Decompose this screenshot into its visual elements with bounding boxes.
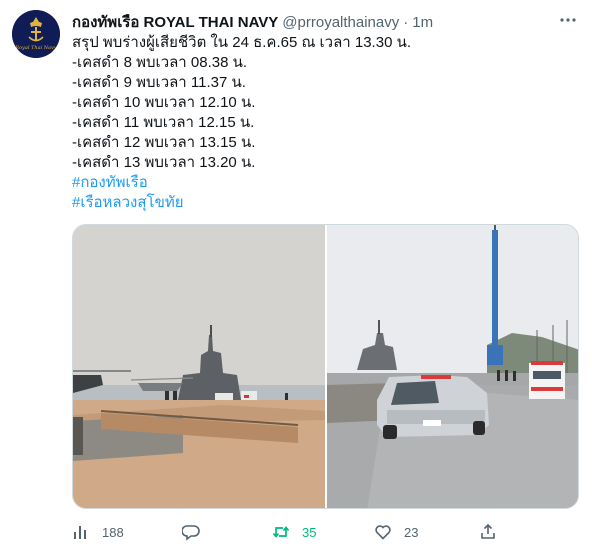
- tweet-line: -เคสดำ 12 พบเวลา 13.15 น.: [72, 134, 256, 151]
- action-bar: 188 35 23: [72, 520, 502, 544]
- avatar[interactable]: Royal Thai Navy: [12, 10, 60, 58]
- tweet-line: -เคสดำ 10 พบเวลา 12.10 น.: [72, 94, 256, 111]
- tweet-text: สรุป พบร่างผู้เสียชีวิต ใน 24 ธ.ค.65 ณ เ…: [72, 33, 572, 213]
- heart-icon: [375, 525, 391, 540]
- hashtag-link[interactable]: #เรือหลวงสุโขทัย: [72, 193, 572, 213]
- pickup-truck-ambulance-photo[interactable]: [327, 225, 578, 508]
- tweet-timestamp[interactable]: 1m: [412, 14, 433, 31]
- tweet-line: -เคสดำ 11 พบเวลา 12.15 น.: [72, 114, 255, 131]
- tweet-line: สรุป พบร่างผู้เสียชีวิต ใน 24 ธ.ค.65 ณ เ…: [72, 34, 412, 51]
- like-count: 23: [404, 524, 419, 540]
- views-count: 188: [102, 524, 124, 540]
- retweet-count: 35: [302, 524, 317, 540]
- like-button[interactable]: 23: [374, 520, 418, 544]
- tweet-line: -เคสดำ 13 พบเวลา 13.20 น.: [72, 154, 256, 171]
- avatar-caption: Royal Thai Navy: [14, 45, 57, 51]
- hashtag-link[interactable]: #กองทัพเรือ: [72, 173, 572, 193]
- tweet-card[interactable]: Royal Thai Navy กองทัพเรือ ROYAL THAI NA…: [0, 0, 592, 553]
- share-icon: [481, 523, 495, 539]
- author-display-name[interactable]: กองทัพเรือ ROYAL THAI NAVY: [72, 10, 278, 34]
- media-grid: [72, 224, 579, 509]
- author-handle[interactable]: @prroyalthainavy: [282, 14, 399, 31]
- retweet-button[interactable]: 35: [272, 520, 316, 544]
- tweet-line: -เคสดำ 9 พบเวลา 11.37 น.: [72, 74, 246, 91]
- share-button[interactable]: [479, 520, 497, 544]
- navy-emblem-icon: Royal Thai Navy: [12, 10, 60, 58]
- tweet-header: กองทัพเรือ ROYAL THAI NAVY @prroyalthain…: [72, 12, 433, 32]
- views-button[interactable]: 188: [72, 520, 124, 544]
- header-separator: ·: [403, 13, 409, 31]
- tweet-line: -เคสดำ 8 พบเวลา 08.38 น.: [72, 54, 248, 71]
- retweet-icon: [272, 526, 290, 538]
- more-icon: [560, 18, 576, 22]
- reply-button[interactable]: [182, 520, 212, 544]
- analytics-icon: [74, 526, 86, 539]
- more-options-button[interactable]: [556, 10, 580, 30]
- reply-icon: [182, 525, 200, 541]
- navy-ship-pier-photo[interactable]: [73, 225, 325, 508]
